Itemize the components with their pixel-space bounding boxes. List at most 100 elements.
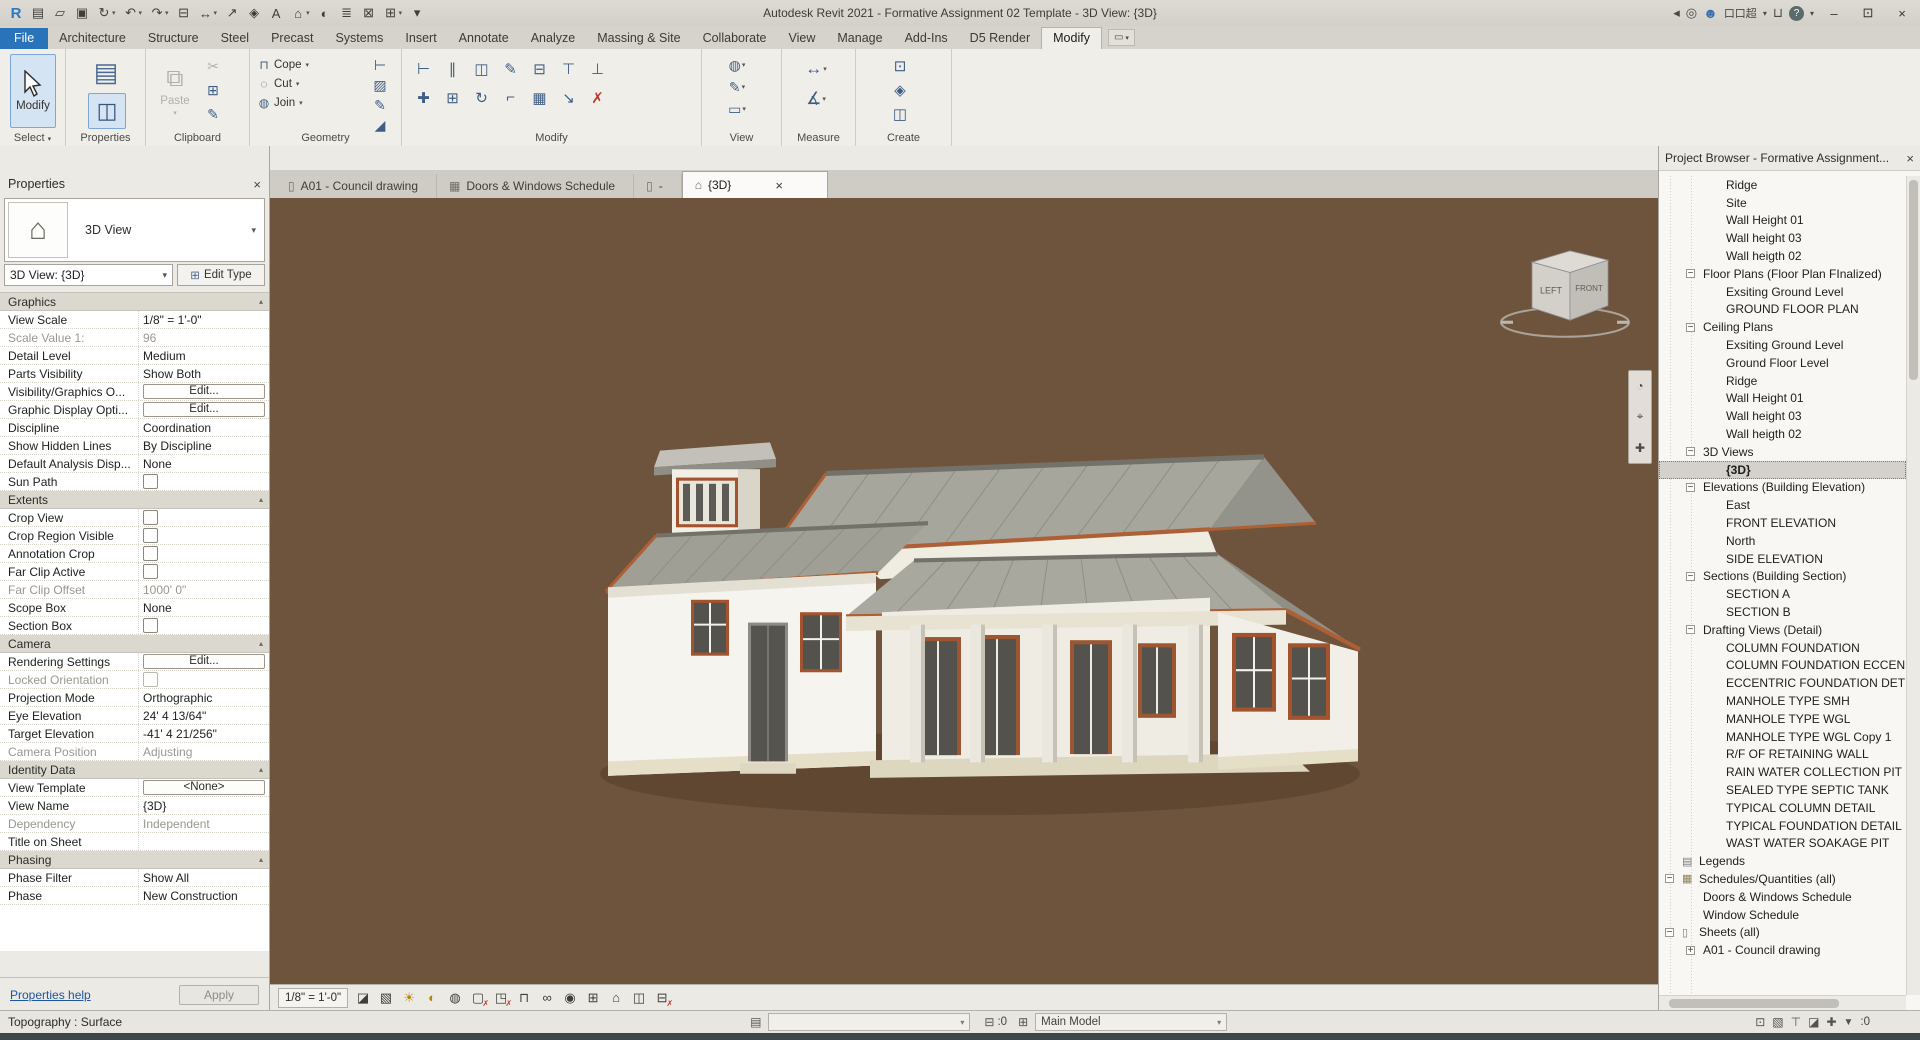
tree-expander-icon[interactable] [1665,874,1674,883]
sync-icon[interactable]: ↻ ▾ [94,3,119,23]
property-checkbox[interactable] [143,546,158,561]
open-icon[interactable]: ▱ ▾ [50,3,70,23]
property-value[interactable]: {3D} {3D} [138,797,269,814]
copy-element-icon[interactable]: ⊞ [439,84,466,111]
property-checkbox[interactable] [143,474,158,489]
tree-item[interactable]: MANHOLE TYPE SMH [1659,692,1906,710]
3d-viewport[interactable]: LEFT FRONT ◔ ⌖ ✚ [270,198,1658,985]
tree-item[interactable]: Window Schedule [1659,906,1906,924]
panel-label-select[interactable]: Select ▾ [0,131,65,146]
print-icon[interactable]: ⊟ ▾ [174,3,194,23]
scrollbar-thumb[interactable] [1909,180,1918,380]
align-icon[interactable]: ⊢ [410,55,437,82]
tree-item[interactable]: Wall height 03 [1659,407,1906,425]
tree-item[interactable]: TYPICAL COLUMN DETAIL [1659,799,1906,817]
switch-windows-icon[interactable]: ⊞ ▾ [381,3,406,23]
tree-item[interactable]: SECTION A [1659,585,1906,603]
tree-item[interactable]: Elevations (Building Elevation) [1659,479,1906,497]
tree-item[interactable]: FRONT ELEVATION [1659,514,1906,532]
tree-item[interactable]: Wall heigth 02 [1659,247,1906,265]
properties-palette-icon[interactable]: ▤ [88,55,124,89]
tree-item[interactable]: TYPICAL FOUNDATION DETAIL [1659,817,1906,835]
tree-item[interactable]: 3D Views [1659,443,1906,461]
tree-item[interactable]: East [1659,496,1906,514]
tree-expander-icon[interactable] [1686,572,1695,581]
property-value[interactable]: Edit... Edit... [138,653,269,670]
pan-icon[interactable]: ✚ [1635,441,1645,455]
section-icon[interactable]: ◐ ▾ [315,3,335,23]
property-value[interactable]: By Discipline By Discipline [138,437,269,454]
select-underlay-icon[interactable]: ▧ [1772,1015,1783,1029]
view-tab[interactable]: ▯ - [634,174,682,198]
move-icon[interactable]: ✚ [410,84,437,111]
hide-elements-icon[interactable]: ▭▾ [720,101,754,117]
property-value[interactable] [138,833,269,850]
worksharing-display-icon[interactable]: ⊞ [584,990,602,1006]
properties-close-icon[interactable]: × [253,177,261,192]
copy-icon[interactable]: ⊞ [202,81,224,99]
tree-item[interactable]: North [1659,532,1906,550]
drag-on-selection-icon[interactable]: ✚ [1826,1015,1836,1029]
design-options-combobox[interactable]: Main Model▾ [1035,1013,1227,1031]
shadows-icon[interactable]: ◐ [423,990,441,1006]
tree-item[interactable]: {3D} [1659,461,1906,479]
override-graphics-icon[interactable]: ✎▾ [720,79,754,95]
tree-item[interactable]: R/F OF RETAINING WALL [1659,746,1906,764]
reveal-hidden-elements-icon[interactable]: ◉ [561,990,579,1006]
edit-type-button[interactable]: ⊞ Edit Type [177,264,265,286]
tree-item[interactable]: A01 - Council drawing [1659,941,1906,959]
section-collapse-icon[interactable]: ▴ [259,297,263,306]
dimension-icon[interactable]: ∡▾ [796,89,836,109]
section-collapse-icon[interactable]: ▴ [259,855,263,864]
beam-joins-icon[interactable]: ⊢ [369,57,391,73]
tree-item[interactable]: SEALED TYPE SEPTIC TANK [1659,781,1906,799]
property-edit-button[interactable]: Edit... [143,402,265,417]
modify-tool-button[interactable]: Modify [10,54,56,128]
revit-logo[interactable]: R ▾ [6,3,26,23]
tree-item[interactable]: Ceiling Plans [1659,318,1906,336]
view-tab[interactable]: ▯ A01 - Council drawing [276,174,437,198]
create-similar-icon[interactable]: ◈ [882,81,918,99]
property-value[interactable] [138,545,269,562]
unpin-icon[interactable]: ⊥ [584,55,611,82]
tree-item[interactable]: Ridge [1659,176,1906,194]
tree-item[interactable]: Exsiting Ground Level [1659,336,1906,354]
delete-icon[interactable]: ✗ [584,84,611,111]
account-person-icon[interactable]: ☻ [1703,5,1718,21]
property-checkbox[interactable] [143,618,158,633]
type-selector[interactable]: ⌂ 3D View ▾ [4,198,265,262]
help-caret-icon[interactable]: ▾ [1810,9,1814,18]
undo-icon[interactable]: ↶ ▾ [121,3,146,23]
property-value[interactable] [138,473,269,490]
split-element-icon[interactable]: ⊟ [526,55,553,82]
property-edit-button[interactable]: <None> [143,780,265,795]
panel-label-properties[interactable]: Properties [66,131,145,146]
section-collapse-icon[interactable]: ▴ [259,495,263,504]
property-value[interactable]: 24' 4 13/64" 24' 4 13/64" [138,707,269,724]
pin-icon[interactable]: ⊤ [555,55,582,82]
create-group-icon[interactable]: ⊡ [882,57,918,75]
property-edit-button[interactable]: Edit... [143,384,265,399]
scale-control[interactable]: 1/8" = 1'-0" [278,988,348,1008]
default-3d-view-icon[interactable]: ⌂ ▾ [288,3,313,23]
app-store-cart-icon[interactable]: ⊔ [1773,5,1783,21]
browser-vertical-scrollbar[interactable] [1906,176,1920,995]
property-value[interactable] [138,617,269,634]
temporary-hide-isolate-icon[interactable]: ∞ [538,990,556,1006]
tree-item[interactable]: Wall Height 01 [1659,212,1906,230]
design-options-icon[interactable]: ⊞ [1018,1015,1028,1029]
tree-item[interactable]: COLUMN FOUNDATION ECCEN [1659,657,1906,675]
measure-icon[interactable]: ↔ ▾ [196,3,221,23]
properties-header[interactable]: Properties × [0,172,269,196]
sun-path-icon[interactable]: ☀ [400,990,418,1006]
tree-expander-icon[interactable] [1665,928,1674,937]
crop-lock-icon[interactable]: ⊓ [515,990,533,1006]
property-value[interactable] [138,563,269,580]
close-button[interactable]: × [1888,2,1916,24]
tree-expander-icon[interactable] [1686,483,1695,492]
property-value[interactable]: Independent Independent [138,815,269,832]
back-icon[interactable]: ◂ [1673,5,1680,21]
tree-item[interactable]: MANHOLE TYPE WGL Copy 1 [1659,728,1906,746]
property-value[interactable]: <None> <None> [138,779,269,796]
apply-button[interactable]: Apply [179,985,259,1005]
